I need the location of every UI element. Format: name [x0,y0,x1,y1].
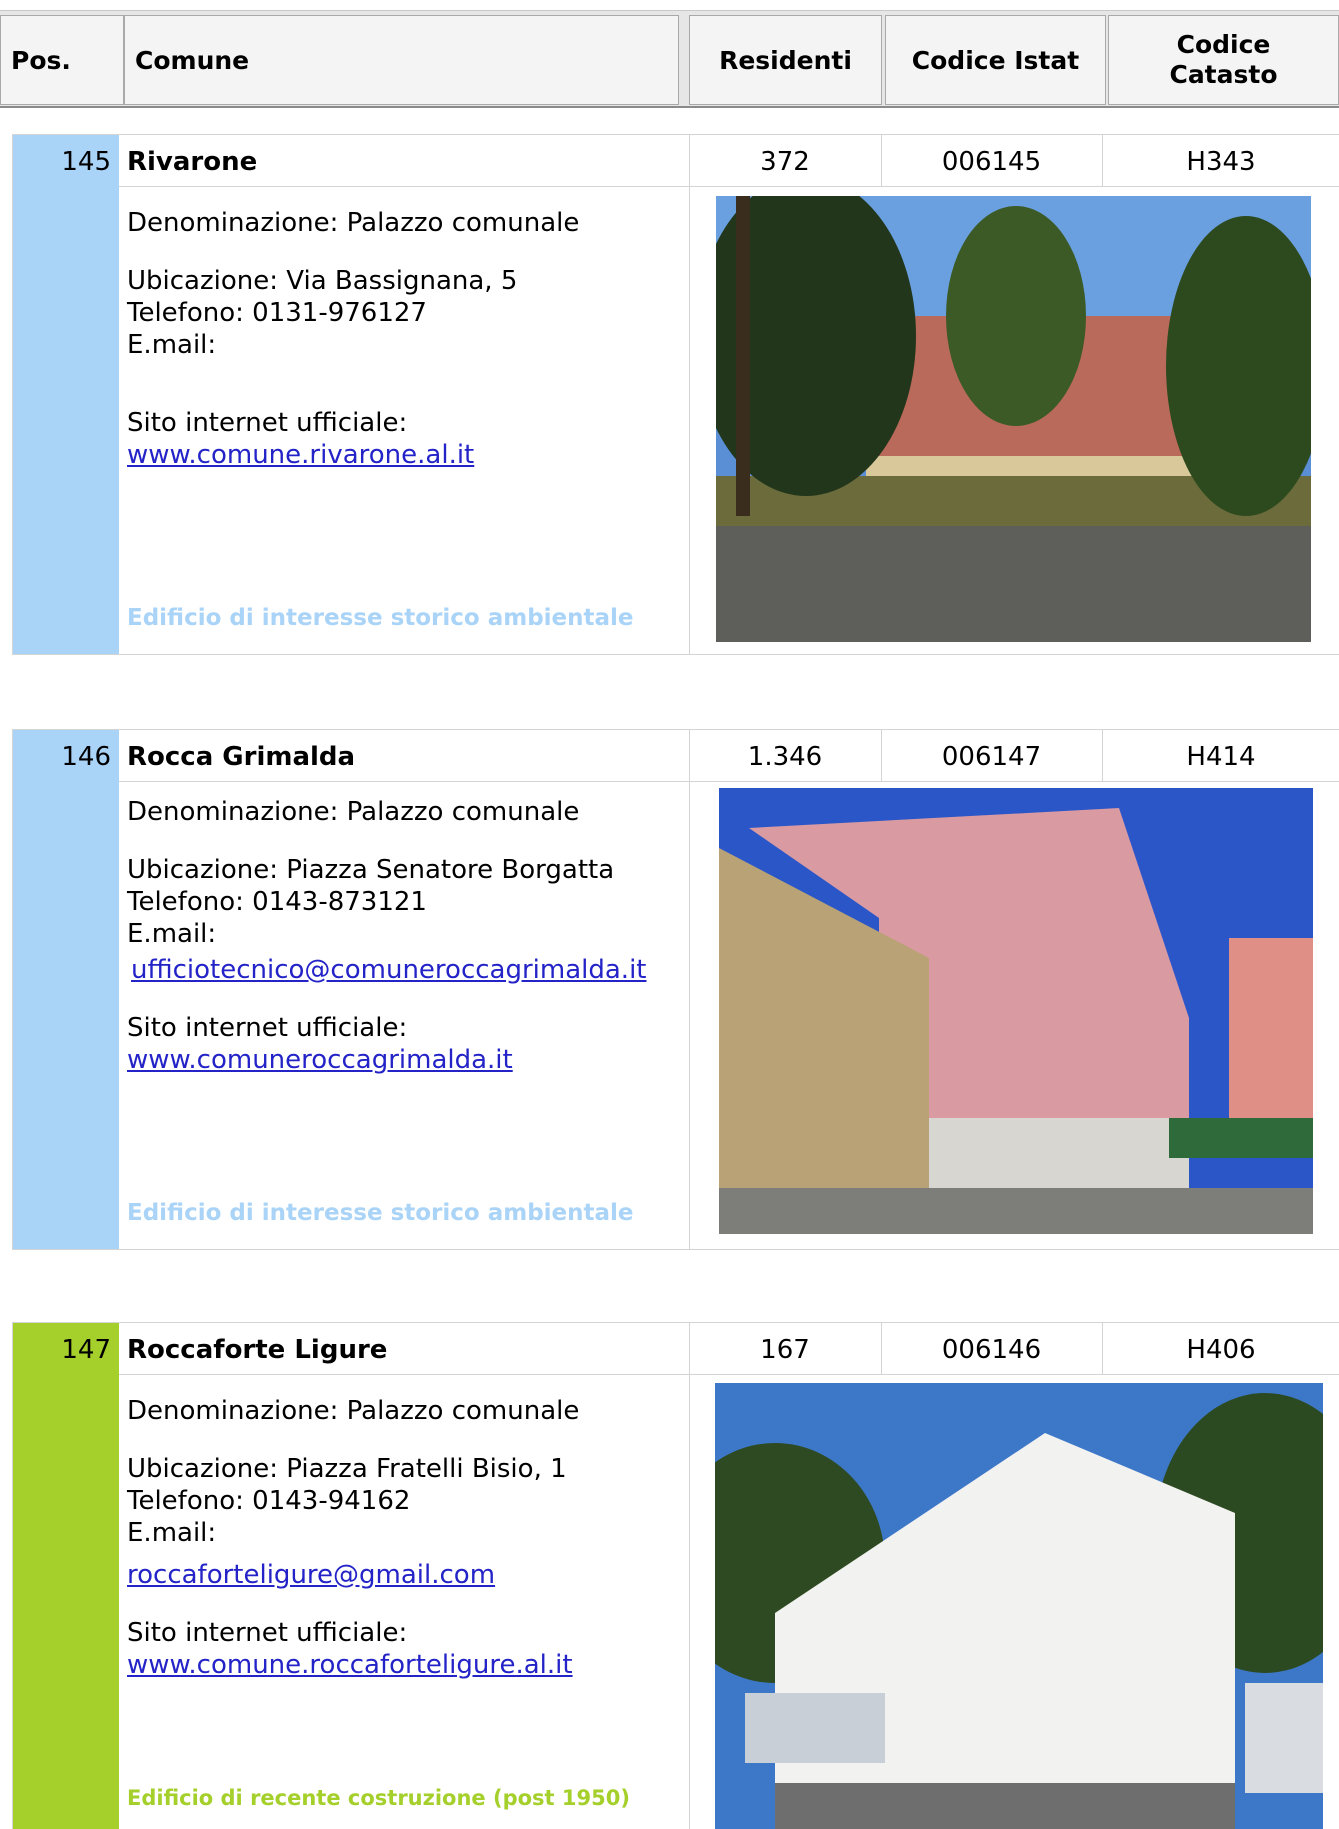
building-photo [715,1383,1323,1829]
position-number: 147 [61,1335,111,1365]
record-rivarone: 145 Rivarone 372 006145 H343 Denominazio… [12,134,1339,655]
header-residenti: Residenti [689,15,882,105]
email-label: E.mail: [127,919,217,949]
sito-link[interactable]: www.comune.rivarone.al.it [127,439,687,471]
denominazione: Denominazione: Palazzo comunale [127,797,580,827]
position-cell [13,730,119,1249]
header-pos-label: Pos. [11,45,71,75]
residenti-value: 167 [760,1335,810,1365]
category-tag: Edificio di interesse storico ambientale [127,605,634,631]
sito-label: Sito internet ufficiale: [127,1013,408,1043]
record-rocca-grimalda: 146 Rocca Grimalda 1.346 006147 H414 Den… [12,729,1339,1250]
istat-value: 006147 [941,742,1042,772]
email-label: E.mail: [127,330,217,360]
denominazione: Denominazione: Palazzo comunale [127,208,580,238]
header-catasto: Codice Catasto [1108,15,1339,105]
sito-link[interactable]: www.comune.roccaforteligure.al.it [127,1649,687,1681]
position-number: 146 [61,742,111,772]
catasto-value: H406 [1186,1335,1256,1365]
sito-label: Sito internet ufficiale: [127,1618,408,1648]
comune-name: Roccaforte Ligure [127,1335,388,1365]
sito-link[interactable]: www.comuneroccagrimalda.it [127,1044,687,1076]
table-header: Pos. Comune Residenti Codice Istat Codic… [0,10,1339,108]
info-block: Denominazione: Palazzo comunale Ubicazio… [127,796,687,1076]
record-roccaforte-ligure: 147 Roccaforte Ligure 167 006146 H406 De… [12,1322,1339,1829]
residenti-value: 1.346 [747,742,823,772]
position-cell [13,1323,119,1829]
comune-name: Rivarone [127,147,258,177]
email-link[interactable]: roccaforteligure@gmail.com [127,1559,687,1591]
istat-value: 006146 [941,1335,1042,1365]
sito-label: Sito internet ufficiale: [127,408,408,438]
header-pos: Pos. [0,15,124,105]
building-photo [719,788,1313,1234]
telefono: Telefono: 0143-94162 [127,1486,411,1516]
header-residenti-label: Residenti [719,45,852,75]
header-istat: Codice Istat [885,15,1106,105]
ubicazione: Ubicazione: Piazza Senatore Borgatta [127,855,615,885]
telefono: Telefono: 0131-976127 [127,298,427,328]
info-block: Denominazione: Palazzo comunale Ubicazio… [127,1395,687,1681]
divider [119,186,1339,187]
ubicazione: Ubicazione: Piazza Fratelli Bisio, 1 [127,1454,567,1484]
header-catasto-label-2: Catasto [1169,60,1278,89]
telefono: Telefono: 0143-873121 [127,887,427,917]
info-block: Denominazione: Palazzo comunale Ubicazio… [127,207,687,471]
catasto-value: H343 [1186,147,1256,177]
building-photo [716,196,1311,642]
position-number: 145 [61,147,111,177]
category-tag: Edificio di interesse storico ambientale [127,1200,634,1226]
position-cell [13,135,119,654]
divider [689,1323,690,1829]
residenti-value: 372 [760,147,810,177]
catasto-value: H414 [1186,742,1256,772]
divider [689,135,690,654]
ubicazione: Ubicazione: Via Bassignana, 5 [127,266,518,296]
divider [119,781,1339,782]
divider [119,1374,1339,1375]
header-comune: Comune [124,15,679,105]
header-istat-label: Codice Istat [911,45,1080,75]
header-catasto-label-1: Codice [1176,30,1271,59]
comune-name: Rocca Grimalda [127,742,356,772]
email-link[interactable]: ufficiotecnico@comuneroccagrimalda.it [127,954,687,986]
header-comune-label: Comune [135,45,250,75]
istat-value: 006145 [941,147,1042,177]
denominazione: Denominazione: Palazzo comunale [127,1396,580,1426]
email-label: E.mail: [127,1518,217,1548]
divider [689,730,690,1249]
category-tag: Edificio di recente costruzione (post 19… [127,1786,630,1810]
